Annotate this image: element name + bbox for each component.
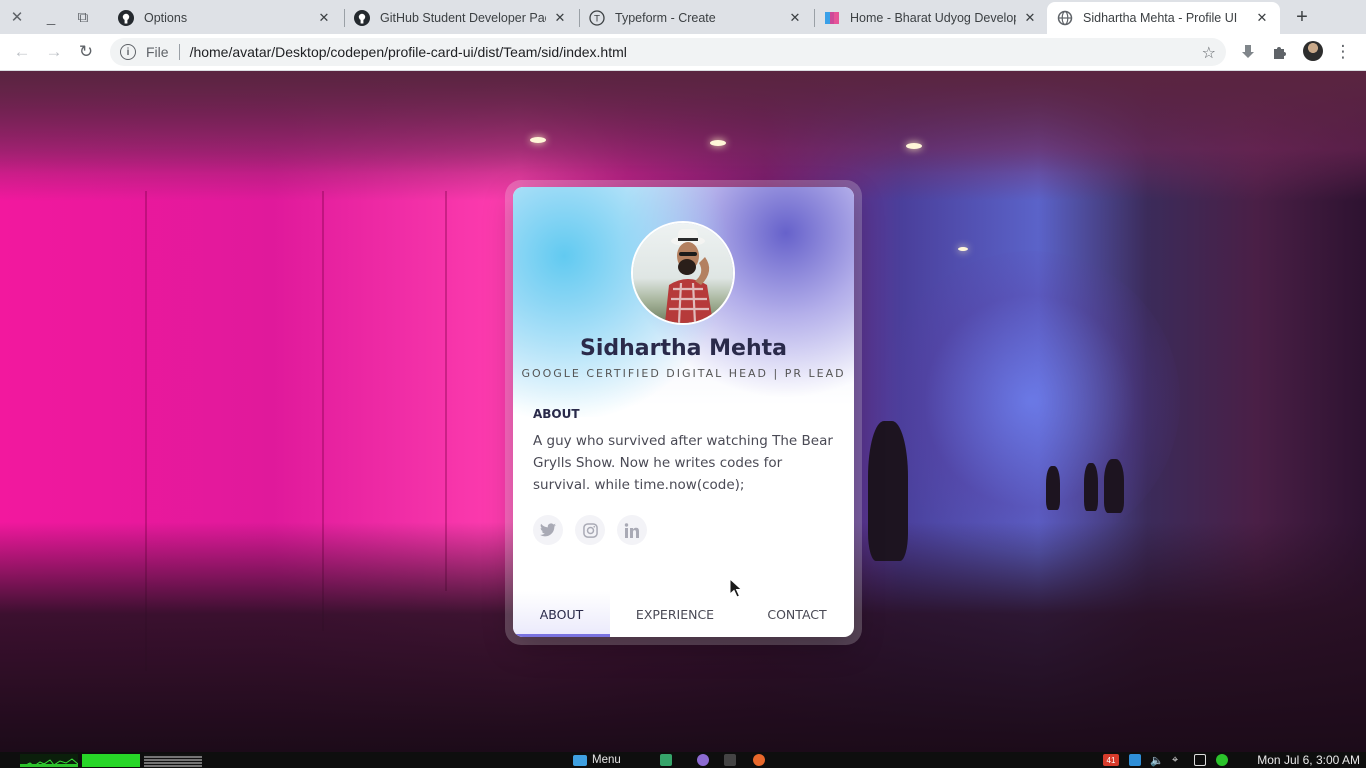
tab-title: GitHub Student Developer Pack: [380, 11, 546, 25]
extensions-puzzle-icon[interactable]: [1268, 40, 1292, 64]
network-graph: [144, 754, 202, 767]
instagram-icon[interactable]: [575, 515, 605, 545]
address-bar[interactable]: i File /home/avatar/Desktop/codepen/prof…: [110, 38, 1226, 66]
tunnel-glow: [880, 251, 1180, 551]
ceiling-light: [530, 137, 546, 143]
close-tab-icon[interactable]: ✕: [1022, 10, 1038, 26]
distant-person: [1084, 463, 1098, 511]
forward-icon[interactable]: →: [42, 40, 66, 64]
profile-avatar: [633, 223, 733, 323]
url-text[interactable]: /home/avatar/Desktop/codepen/profile-car…: [190, 44, 627, 60]
profile-name: Sidhartha Mehta: [579, 336, 787, 361]
github-icon: [354, 10, 370, 26]
tab-typeform[interactable]: T Typeform - Create ✕: [579, 2, 813, 34]
taskbar-menu-button[interactable]: Menu: [573, 753, 621, 767]
bharat-udyog-icon: [824, 10, 840, 26]
tab-options[interactable]: Options ✕: [108, 2, 342, 34]
linkedin-icon[interactable]: [617, 515, 647, 545]
tab-profile-ui[interactable]: Sidhartha Mehta - Profile UI ✕: [1047, 2, 1280, 34]
svg-text:T: T: [593, 15, 600, 25]
about-text: A guy who survived after watching The Be…: [533, 433, 833, 493]
memory-graph: [82, 754, 140, 767]
update-icon[interactable]: [1216, 754, 1228, 766]
twitter-icon[interactable]: [533, 515, 563, 545]
omnibox-divider: [178, 44, 180, 60]
menu-label: Menu: [592, 754, 621, 766]
walking-person: [868, 421, 908, 561]
volume-icon[interactable]: 🔈: [1150, 754, 1164, 767]
close-window-icon[interactable]: ✕: [6, 6, 28, 28]
typeform-icon: T: [589, 10, 605, 26]
bookmark-star-icon[interactable]: ☆: [1202, 43, 1216, 63]
scheme-label: File: [146, 44, 169, 60]
ceiling-light: [710, 140, 726, 146]
browser-tab-strip: ✕ _ ⧉ Options ✕ GitHub Student Developer…: [0, 0, 1366, 34]
notifications-icon[interactable]: [1194, 754, 1206, 766]
tab-title: Options: [144, 11, 188, 25]
reload-icon[interactable]: ↻: [74, 40, 98, 64]
page-viewport: Sidhartha Mehta GOOGLE CERTIFIED DIGITAL…: [0, 71, 1366, 752]
tab-about[interactable]: ABOUT: [513, 591, 610, 637]
github-icon: [118, 10, 134, 26]
back-icon[interactable]: ←: [10, 40, 34, 64]
firefox-icon[interactable]: [753, 754, 765, 766]
download-icon[interactable]: [1236, 40, 1260, 64]
location-icon[interactable]: ⌖: [1172, 754, 1184, 766]
distant-person: [1046, 466, 1060, 510]
mouse-cursor-icon: [729, 578, 743, 598]
cpu-graph: [20, 754, 78, 767]
battery-badge[interactable]: 41: [1103, 754, 1119, 766]
network-tray-icon[interactable]: [1129, 754, 1141, 766]
browser-toolbar: ← → ↻ i File /home/avatar/Desktop/codepe…: [0, 34, 1366, 71]
terminal-icon[interactable]: [724, 754, 736, 766]
tab-github-student[interactable]: GitHub Student Developer Pack ✕: [344, 2, 578, 34]
file-manager-icon[interactable]: [660, 754, 672, 766]
profile-avatar-icon[interactable]: [1303, 41, 1323, 61]
taskbar-clock[interactable]: Mon Jul 6, 3:00 AM: [1257, 753, 1360, 767]
tab-title: Home - Bharat Udyog Develope: [850, 11, 1016, 25]
tab-title: Sidhartha Mehta - Profile UI: [1083, 11, 1238, 25]
restore-icon[interactable]: ⧉: [72, 6, 94, 28]
ceiling-light: [906, 143, 922, 149]
tab-bharat-udyog[interactable]: Home - Bharat Udyog Develope ✕: [814, 2, 1048, 34]
ceiling-light: [958, 247, 968, 251]
globe-icon: [1057, 10, 1073, 26]
about-heading: ABOUT: [533, 407, 580, 421]
profile-card: Sidhartha Mehta GOOGLE CERTIFIED DIGITAL…: [513, 187, 854, 637]
close-tab-icon[interactable]: ✕: [316, 10, 332, 26]
menu-icon: [573, 754, 587, 766]
card-tab-bar: ABOUT EXPERIENCE CONTACT: [513, 591, 854, 637]
profile-role: GOOGLE CERTIFIED DIGITAL HEAD | PR LEAD: [521, 367, 846, 380]
distant-person: [1104, 459, 1124, 513]
site-info-icon[interactable]: i: [120, 44, 136, 60]
person-photo: [665, 229, 713, 323]
more-menu-icon[interactable]: ⋮: [1331, 40, 1355, 64]
tab-title: Typeform - Create: [615, 11, 716, 25]
tab-contact[interactable]: CONTACT: [740, 591, 854, 637]
tab-experience[interactable]: EXPERIENCE: [610, 591, 740, 637]
new-tab-button[interactable]: +: [1291, 6, 1313, 28]
close-tab-icon[interactable]: ✕: [1254, 10, 1270, 26]
close-tab-icon[interactable]: ✕: [552, 10, 568, 26]
desktop-taskbar: Menu 41 🔈 ⌖ Mon Jul 6, 3:00 AM: [0, 752, 1366, 768]
minimize-icon[interactable]: _: [40, 6, 62, 28]
close-tab-icon[interactable]: ✕: [787, 10, 803, 26]
app-launcher-icon[interactable]: [697, 754, 709, 766]
